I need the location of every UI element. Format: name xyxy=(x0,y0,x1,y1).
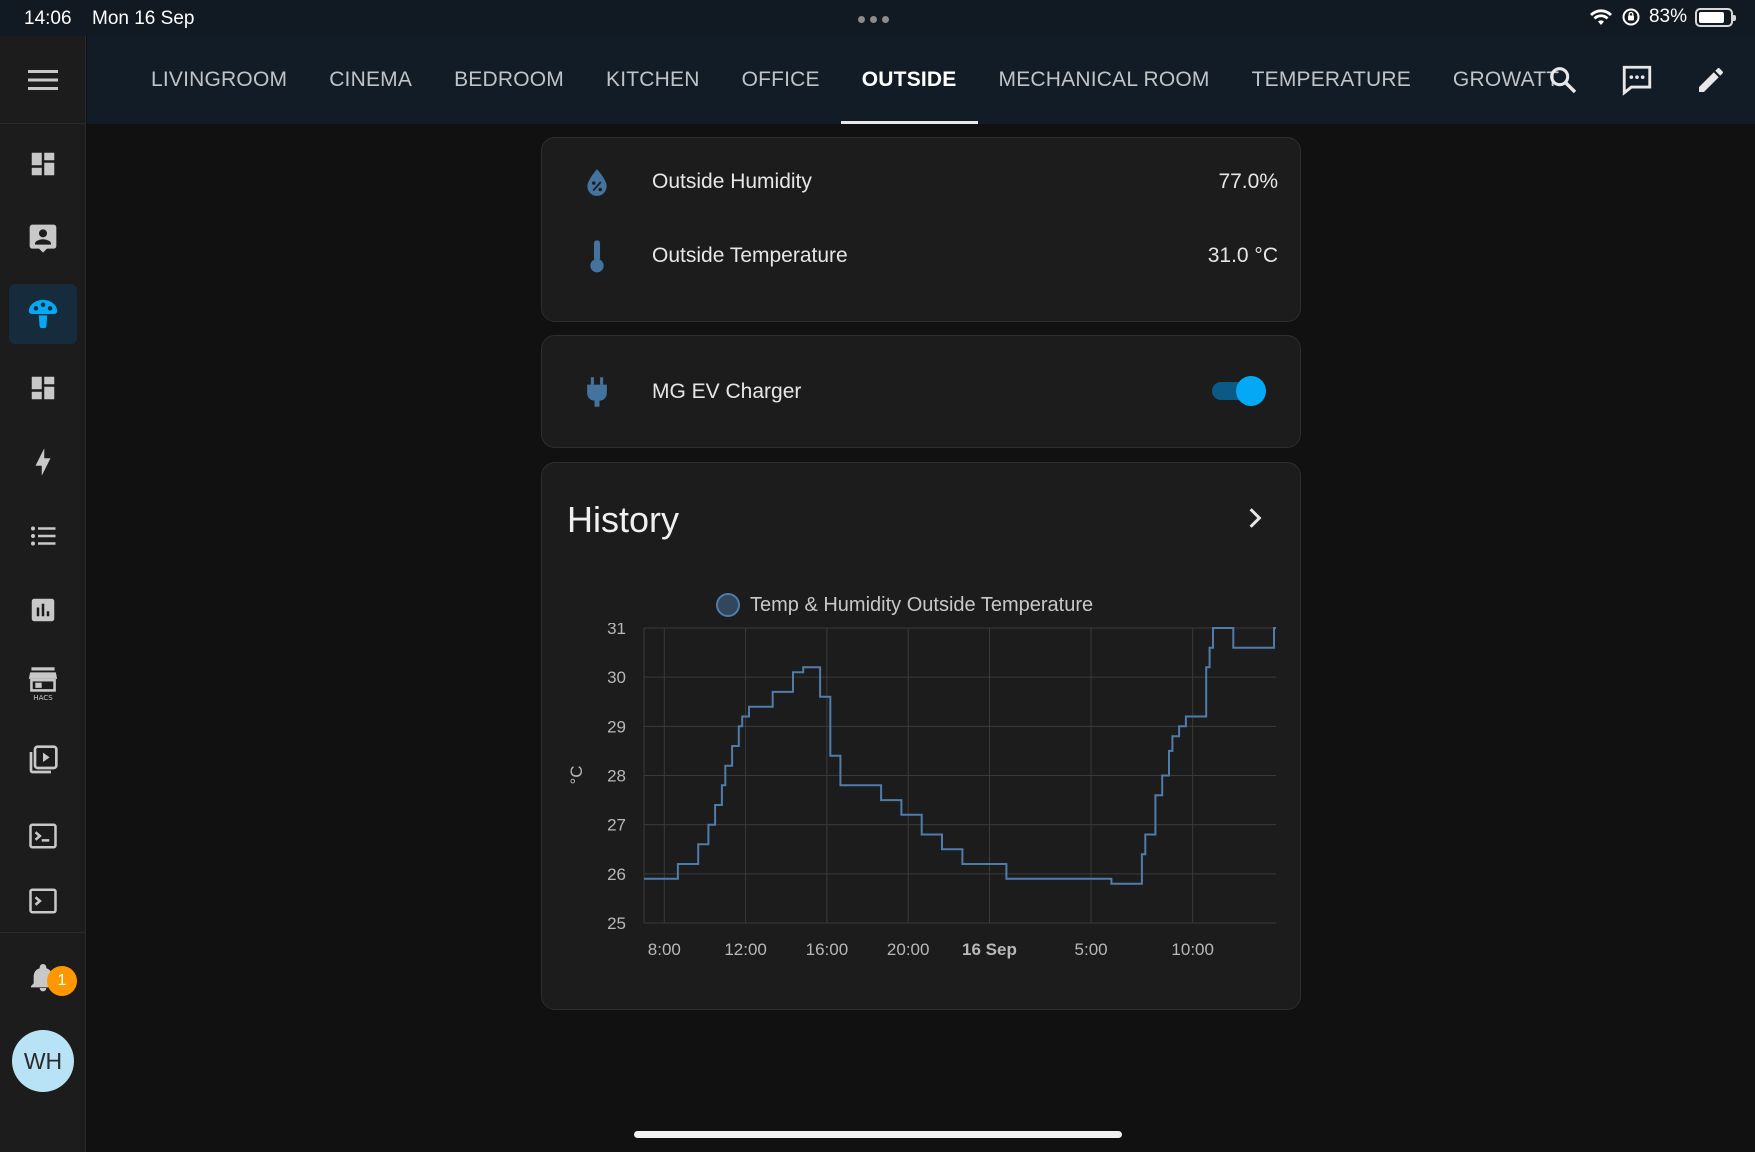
legend-label: Temp & Humidity Outside Temperature xyxy=(750,593,1094,616)
status-time: 14:06 xyxy=(24,8,72,29)
edit-pencil-icon xyxy=(1699,68,1723,92)
tab-office[interactable]: OFFICE xyxy=(721,36,841,124)
water-percent-icon xyxy=(582,167,612,197)
thermometer-icon xyxy=(582,240,612,273)
sidebar: HACS 1 WH xyxy=(0,36,86,1152)
history-card: History Temp & Humidity Outside Temperat… xyxy=(541,462,1301,1010)
sidebar-item-hacs[interactable]: HACS xyxy=(9,654,77,714)
tab-livingroom[interactable]: LIVINGROOM xyxy=(130,36,308,124)
x-tick-label: 5:00 xyxy=(1075,940,1108,959)
top-bar: LIVINGROOM CINEMA BEDROOM KITCHEN OFFICE… xyxy=(87,36,1755,124)
wifi-icon xyxy=(1589,9,1612,25)
x-tick-label: 16:00 xyxy=(806,940,849,959)
sidebar-item-logbook[interactable] xyxy=(9,506,77,566)
battery-icon xyxy=(1695,7,1736,27)
dashboard-icon xyxy=(31,376,55,400)
console-icon xyxy=(29,823,57,849)
battery-percent: 83% xyxy=(1648,6,1687,27)
sidebar-menu-button[interactable] xyxy=(0,36,86,124)
x-tick-label: 12:00 xyxy=(724,940,767,959)
history-chart: 25 26 27 28 29 30 31 8:00 12:00 16:00 20:00 16 Sep 5… xyxy=(567,623,1276,959)
ev-charger-card: MG EV Charger xyxy=(541,335,1301,448)
humidity-name: Outside Humidity xyxy=(652,170,812,193)
sidebar-item-terminal-2[interactable] xyxy=(9,886,77,930)
console-partial-icon xyxy=(29,888,57,914)
tab-outside[interactable]: OUTSIDE xyxy=(840,36,978,124)
sidebar-item-energy[interactable] xyxy=(9,432,77,492)
chart-legend[interactable]: Temp & Humidity Outside Temperature xyxy=(716,593,1093,617)
ev-charger-toggle[interactable] xyxy=(1210,376,1268,406)
sidebar-item-mushroom[interactable] xyxy=(9,284,77,344)
temperature-name: Outside Temperature xyxy=(652,244,848,267)
x-tick-label: 10:00 xyxy=(1171,940,1214,959)
assist-chat-icon xyxy=(1622,65,1652,96)
series-line-0 xyxy=(644,627,1276,885)
play-box-multiple-icon xyxy=(29,745,58,774)
tab-mechanical-room[interactable]: MECHANICAL ROOM xyxy=(978,36,1231,124)
sidebar-item-dashboard[interactable] xyxy=(9,358,77,418)
menu-icon xyxy=(28,69,58,90)
tab-bedroom[interactable]: BEDROOM xyxy=(433,36,585,124)
chevron-right-icon[interactable] xyxy=(1240,503,1270,533)
y-tick-label: 26 xyxy=(607,865,626,884)
orientation-lock-icon xyxy=(1622,8,1640,26)
status-bar: 14:06 Mon 16 Sep 83% xyxy=(0,0,1755,36)
x-tick-label: 16 Sep xyxy=(962,940,1017,959)
ev-charger-row[interactable]: MG EV Charger xyxy=(542,362,1302,422)
tab-cinema[interactable]: CINEMA xyxy=(308,36,433,124)
multitasking-dots[interactable] xyxy=(858,16,889,23)
svg-text:HACS: HACS xyxy=(33,693,53,702)
y-tick-label: 25 xyxy=(607,914,626,933)
contact-card-icon xyxy=(29,224,57,253)
mushroom-icon xyxy=(28,299,58,329)
humidity-row[interactable]: Outside Humidity 77.0% xyxy=(542,152,1302,212)
sidebar-item-people[interactable] xyxy=(9,208,77,268)
lightning-bolt-icon xyxy=(35,448,51,476)
y-tick-label: 27 xyxy=(607,816,626,835)
sidebar-item-media[interactable] xyxy=(9,730,77,790)
ev-charger-name: MG EV Charger xyxy=(652,380,802,403)
legend-swatch xyxy=(716,593,740,617)
sidebar-item-terminal[interactable] xyxy=(9,806,77,866)
x-tick-label: 8:00 xyxy=(648,940,681,959)
temperature-row[interactable]: Outside Temperature 31.0 °C xyxy=(542,226,1302,286)
y-tick-label: 29 xyxy=(607,717,626,736)
sidebar-divider xyxy=(0,932,86,933)
format-list-bulleted-icon xyxy=(31,526,56,546)
notification-badge: 1 xyxy=(47,966,77,996)
sidebar-item-history[interactable] xyxy=(9,580,77,640)
avatar[interactable]: WH xyxy=(12,1030,74,1092)
search-icon xyxy=(1550,67,1577,94)
power-plug-icon xyxy=(582,377,612,407)
x-tick-label: 20:00 xyxy=(887,940,930,959)
dashboard-icon xyxy=(31,152,55,176)
assist-button[interactable] xyxy=(1615,58,1659,102)
hacs-store-icon: HACS xyxy=(28,667,58,702)
temperature-value: 31.0 °C xyxy=(1207,244,1278,267)
view-tabs: LIVINGROOM CINEMA BEDROOM KITCHEN OFFICE… xyxy=(130,36,1580,124)
status-date: Mon 16 Sep xyxy=(92,8,195,29)
humidity-value: 77.0% xyxy=(1218,170,1278,193)
search-button[interactable] xyxy=(1541,58,1585,102)
history-title[interactable]: History xyxy=(567,499,679,541)
y-tick-label: 30 xyxy=(607,668,626,687)
sidebar-item-overview[interactable] xyxy=(9,134,77,194)
chart-box-icon xyxy=(31,598,55,622)
y-axis-label: °C xyxy=(567,765,586,784)
sensors-card: Outside Humidity 77.0% Outside Temperatu… xyxy=(541,137,1301,322)
tab-temperature[interactable]: TEMPERATURE xyxy=(1231,36,1432,124)
home-indicator xyxy=(634,1131,1122,1138)
y-tick-label: 31 xyxy=(607,623,626,638)
tab-kitchen[interactable]: KITCHEN xyxy=(585,36,721,124)
edit-dashboard-button[interactable] xyxy=(1689,58,1733,102)
y-tick-label: 28 xyxy=(607,767,626,786)
